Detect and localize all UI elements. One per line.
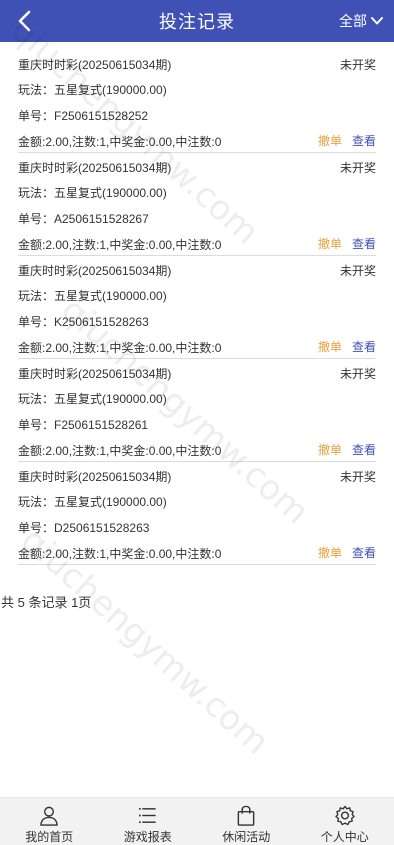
order-number: 单号：D2506151528263 <box>18 521 150 535</box>
list-item: 重庆时时彩(20250615034期) 未开奖 玩法：五星复式(190000.0… <box>18 50 376 153</box>
order-number: 单号：F2506151528261 <box>18 418 149 432</box>
list-item: 重庆时时彩(20250615034期) 未开奖 玩法：五星复式(190000.0… <box>18 462 376 565</box>
record-actions: 撤单 查看 <box>318 132 376 149</box>
bottom-tab-bar: 我的首页 游戏报表 休闲活动 个人中心 <box>0 797 394 845</box>
view-detail-button[interactable]: 查看 <box>352 338 376 355</box>
lottery-name: 重庆时时彩(20250615034期) <box>18 58 172 72</box>
user-icon <box>40 806 59 826</box>
record-actions: 撤单 查看 <box>318 441 376 458</box>
pagination-summary: 共 5 条记录 1页 <box>1 595 92 610</box>
lottery-name: 重庆时时彩(20250615034期) <box>18 367 172 381</box>
play-type: 玩法：五星复式(190000.00) <box>18 186 167 200</box>
page-title: 投注记录 <box>159 12 235 32</box>
bet-record-list: 重庆时时彩(20250615034期) 未开奖 玩法：五星复式(190000.0… <box>18 50 376 565</box>
order-number: 单号：F2506151528252 <box>18 109 149 123</box>
list-item: 重庆时时彩(20250615034期) 未开奖 玩法：五星复式(190000.0… <box>18 256 376 359</box>
status-text: 未开奖 <box>339 264 376 278</box>
view-detail-button[interactable]: 查看 <box>352 441 376 458</box>
back-arrow-icon[interactable] <box>14 9 36 33</box>
status-text: 未开奖 <box>339 58 376 72</box>
tab-leisure-activity[interactable]: 休闲活动 <box>197 798 296 845</box>
amount-summary: 金额:2.00,注数:1,中奖金:0.00,中注数:0 <box>18 341 222 355</box>
record-actions: 撤单 查看 <box>318 235 376 252</box>
amount-summary: 金额:2.00,注数:1,中奖金:0.00,中注数:0 <box>18 547 222 561</box>
list-item: 重庆时时彩(20250615034期) 未开奖 玩法：五星复式(190000.0… <box>18 359 376 462</box>
bag-icon <box>237 805 255 826</box>
filter-label: 全部 <box>339 13 367 29</box>
tab-label: 我的首页 <box>25 830 74 844</box>
cancel-bet-button[interactable]: 撤单 <box>318 544 342 561</box>
status-text: 未开奖 <box>339 470 376 484</box>
view-detail-button[interactable]: 查看 <box>352 544 376 561</box>
tab-label: 个人中心 <box>320 830 369 844</box>
lottery-name: 重庆时时彩(20250615034期) <box>18 470 172 484</box>
list-icon <box>138 807 156 824</box>
cancel-bet-button[interactable]: 撤单 <box>318 132 342 149</box>
chevron-down-icon <box>371 17 383 25</box>
tab-personal-center[interactable]: 个人中心 <box>296 798 394 845</box>
record-actions: 撤单 查看 <box>318 544 376 561</box>
cancel-bet-button[interactable]: 撤单 <box>318 338 342 355</box>
top-bar: 投注记录 全部 <box>0 0 394 42</box>
cancel-bet-button[interactable]: 撤单 <box>318 441 342 458</box>
tab-home[interactable]: 我的首页 <box>0 798 99 845</box>
amount-summary: 金额:2.00,注数:1,中奖金:0.00,中注数:0 <box>18 238 222 252</box>
gear-icon <box>335 805 355 826</box>
amount-summary: 金额:2.00,注数:1,中奖金:0.00,中注数:0 <box>18 444 222 458</box>
status-text: 未开奖 <box>339 367 376 381</box>
play-type: 玩法：五星复式(190000.00) <box>18 392 167 406</box>
lottery-name: 重庆时时彩(20250615034期) <box>18 161 172 175</box>
play-type: 玩法：五星复式(190000.00) <box>18 83 167 97</box>
view-detail-button[interactable]: 查看 <box>352 132 376 149</box>
lottery-name: 重庆时时彩(20250615034期) <box>18 264 172 278</box>
filter-dropdown[interactable]: 全部 <box>339 11 384 31</box>
tab-game-report[interactable]: 游戏报表 <box>99 798 198 845</box>
play-type: 玩法：五星复式(190000.00) <box>18 289 167 303</box>
tab-label: 休闲活动 <box>222 830 271 844</box>
amount-summary: 金额:2.00,注数:1,中奖金:0.00,中注数:0 <box>18 135 222 149</box>
view-detail-button[interactable]: 查看 <box>352 235 376 252</box>
play-type: 玩法：五星复式(190000.00) <box>18 495 167 509</box>
list-item: 重庆时时彩(20250615034期) 未开奖 玩法：五星复式(190000.0… <box>18 153 376 256</box>
tab-label: 游戏报表 <box>123 830 172 844</box>
record-actions: 撤单 查看 <box>318 338 376 355</box>
cancel-bet-button[interactable]: 撤单 <box>318 235 342 252</box>
status-text: 未开奖 <box>339 161 376 175</box>
order-number: 单号：K2506151528263 <box>18 315 149 329</box>
order-number: 单号：A2506151528267 <box>18 212 149 226</box>
